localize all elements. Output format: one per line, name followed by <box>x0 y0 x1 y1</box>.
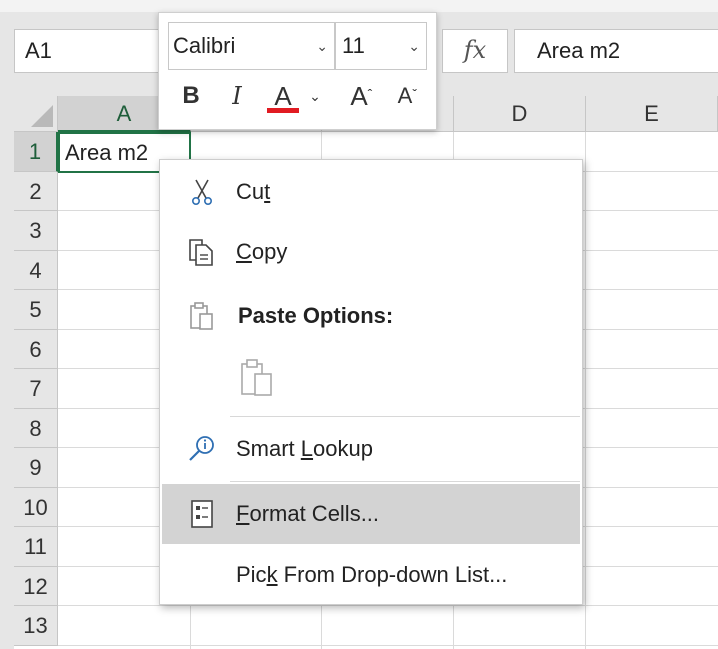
menu-item-smart-lookup-label: Smart Lookup <box>236 436 373 461</box>
font-color-letter: A <box>274 81 292 111</box>
row-header-1[interactable]: 1 <box>14 132 58 172</box>
format-cells-icon <box>191 500 213 528</box>
select-all-triangle-icon <box>31 105 53 127</box>
caret-up-icon: ˆ <box>367 86 373 102</box>
name-box[interactable]: A1 <box>14 29 174 73</box>
menu-item-format-cells-label: Format Cells... <box>236 501 380 526</box>
menu-item-smart-lookup[interactable]: Smart Lookup <box>162 419 580 479</box>
row-header-4[interactable]: 4 <box>14 250 58 290</box>
scissors-icon <box>192 179 212 205</box>
increase-font-size-button[interactable]: Aˆ <box>339 76 379 116</box>
menu-separator <box>230 416 580 417</box>
row-header-12[interactable]: 12 <box>14 566 58 606</box>
clipboard-icon <box>190 302 213 330</box>
menu-item-pick-from-list-label: Pick From Drop-down List... <box>236 562 508 587</box>
mini-toolbar: Calibri ⌄ 11 ⌄ B I A ⌄ Aˆ Aˇ <box>158 12 437 130</box>
menu-item-copy[interactable]: Copy <box>162 222 580 282</box>
paste-button[interactable] <box>238 356 278 400</box>
select-all-button[interactable] <box>14 96 58 132</box>
font-name-value: Calibri <box>173 33 236 58</box>
font-color-dropdown-chevron-icon[interactable]: ⌄ <box>307 76 323 116</box>
decrease-font-letter: A <box>397 83 413 108</box>
column-header-e[interactable]: E <box>586 96 718 132</box>
gridline <box>58 605 718 606</box>
menu-item-format-cells[interactable]: Format Cells... <box>162 484 580 544</box>
row-header-5[interactable]: 5 <box>14 290 58 330</box>
column-header-d[interactable]: D <box>454 96 586 132</box>
row-header-9[interactable]: 9 <box>14 448 58 488</box>
insert-function-button[interactable]: fx <box>442 29 508 73</box>
font-name-select[interactable]: Calibri ⌄ <box>168 22 335 70</box>
chevron-down-icon: ⌄ <box>316 38 328 54</box>
row-header-6[interactable]: 6 <box>14 329 58 369</box>
bold-button[interactable]: B <box>177 76 205 116</box>
font-size-value: 11 <box>342 33 365 58</box>
menu-separator <box>230 481 580 482</box>
row-header-11[interactable]: 11 <box>14 527 58 567</box>
increase-font-letter: A <box>350 81 368 111</box>
font-color-button[interactable]: A <box>265 76 301 116</box>
menu-item-cut-label: Cut <box>236 179 271 204</box>
paste-options-label: Paste Options: <box>238 303 394 328</box>
menu-item-copy-label: Copy <box>236 239 288 264</box>
paste-options-header: Paste Options: <box>162 286 580 346</box>
window-top-strip <box>0 0 718 12</box>
row-header-8[interactable]: 8 <box>14 408 58 448</box>
menu-item-pick-from-list[interactable]: Pick From Drop-down List... <box>162 545 580 605</box>
paste-clipboard-icon <box>241 359 272 396</box>
row-header-3[interactable]: 3 <box>14 211 58 251</box>
font-size-select[interactable]: 11 ⌄ <box>335 22 427 70</box>
chevron-down-icon: ⌄ <box>408 38 420 54</box>
smart-lookup-icon <box>189 436 214 461</box>
context-menu: Cut Copy Paste Options: Smart Lookup For… <box>159 159 583 605</box>
copy-icon <box>189 239 213 266</box>
decrease-font-size-button[interactable]: Aˇ <box>385 76 425 116</box>
formula-input[interactable]: Area m2 <box>514 29 718 73</box>
menu-item-cut[interactable]: Cut <box>162 162 580 222</box>
row-header-10[interactable]: 10 <box>14 487 58 527</box>
font-color-swatch <box>267 108 299 113</box>
caret-down-icon: ˇ <box>412 86 418 102</box>
italic-button[interactable]: I <box>223 76 251 116</box>
row-header-2[interactable]: 2 <box>14 171 58 211</box>
row-header-7[interactable]: 7 <box>14 369 58 409</box>
gridline <box>58 645 718 646</box>
row-header-13[interactable]: 13 <box>14 606 58 646</box>
grid-left-margin <box>0 96 14 649</box>
